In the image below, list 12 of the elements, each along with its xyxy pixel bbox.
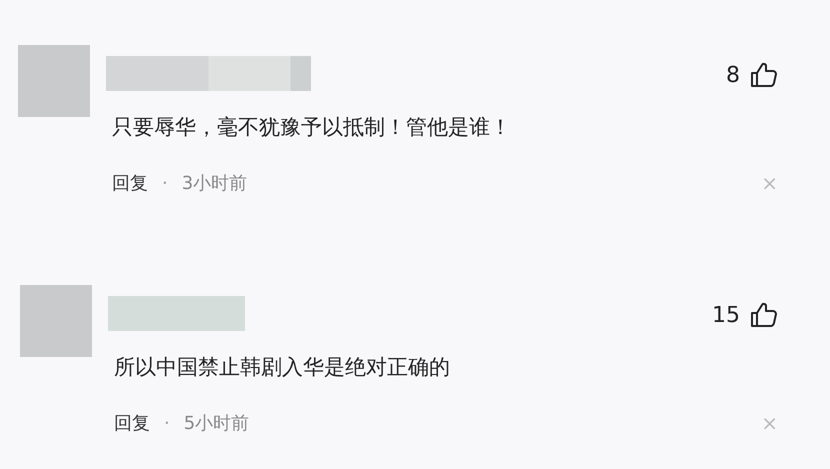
like-count: 15	[712, 302, 740, 328]
comment-time: 5小时前	[184, 412, 250, 435]
separator-dot: ·	[162, 172, 168, 194]
reply-link[interactable]: 回复	[112, 171, 148, 195]
separator-dot: ·	[164, 412, 170, 434]
thumbs-up-icon[interactable]	[750, 301, 778, 329]
reply-link[interactable]: 回复	[114, 411, 150, 435]
comment-time: 3小时前	[182, 172, 248, 195]
comment-text: 所以中国禁止韩剧入华是绝对正确的	[113, 354, 451, 381]
like-count: 8	[726, 62, 740, 88]
comment-text: 只要辱华，毫不犹豫予以抵制！管他是谁！	[111, 114, 512, 141]
thumbs-up-icon[interactable]	[750, 61, 778, 89]
